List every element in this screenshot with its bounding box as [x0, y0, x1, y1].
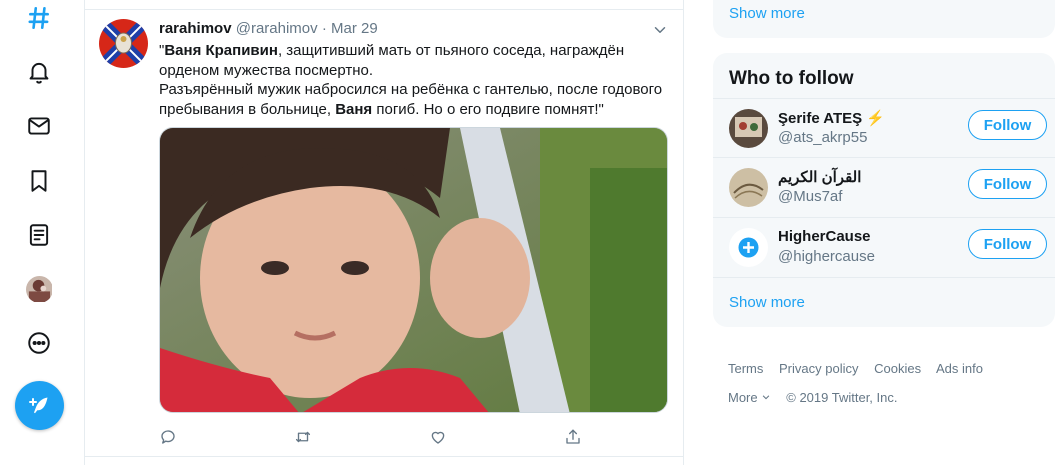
suggestion-name[interactable]: القرآن الكريم [778, 168, 861, 186]
compose-tweet-icon [28, 397, 47, 413]
timeline: rarahimov @rarahimov · Mar 29 "Ваня Крап… [84, 0, 684, 465]
bold-name-2: Ваня [335, 100, 373, 118]
share-icon[interactable] [564, 428, 584, 448]
footer-link-terms[interactable]: Terms [728, 361, 763, 376]
suggestion-handle: @Mus7af [778, 188, 843, 205]
avatar[interactable] [729, 228, 768, 267]
footer-link-ads-info[interactable]: Ads info [936, 361, 983, 376]
tweet-date[interactable]: Mar 29 [331, 20, 378, 37]
reply-icon[interactable] [159, 428, 179, 448]
who-to-follow-panel: Who to follow Şerife ATEŞ ⚡ @ats_akrp55 … [713, 53, 1055, 327]
follow-button[interactable]: Follow [968, 169, 1047, 199]
tweet-text: "Ваня Крапивин, защитивший мать от пьяно… [159, 41, 669, 119]
who-to-follow-show-more-link[interactable]: Show more [729, 294, 805, 311]
suggestion-handle: @highercause [778, 248, 875, 265]
suggestion-name[interactable]: HigherCause [778, 228, 871, 245]
hashtag-icon[interactable] [14, 0, 64, 40]
chevron-down-icon [762, 395, 769, 400]
author-name[interactable]: rarahimov [159, 20, 232, 37]
footer-link-cookies[interactable]: Cookies [874, 361, 921, 376]
trends-panel: Show more [713, 0, 1055, 38]
bell-icon[interactable] [14, 50, 64, 94]
like-icon[interactable] [429, 428, 449, 448]
follow-button[interactable]: Follow [968, 110, 1047, 140]
tweet-actions [159, 428, 589, 448]
divider [713, 277, 1055, 278]
profile-avatar[interactable] [14, 267, 64, 311]
suggestion-name[interactable]: Şerife ATEŞ ⚡ [778, 109, 885, 127]
follow-button[interactable]: Follow [968, 229, 1047, 259]
trends-show-more-link[interactable]: Show more [729, 5, 805, 22]
text-part-3: погиб. Но о его подвиге помнят!" [372, 100, 604, 118]
tweet-author-avatar[interactable] [99, 19, 148, 68]
who-to-follow-title: Who to follow [729, 68, 854, 89]
mail-icon[interactable] [14, 104, 64, 148]
suggestion-handle: @ats_akrp55 [778, 129, 868, 146]
list-icon[interactable] [14, 213, 64, 257]
footer-link-privacy[interactable]: Privacy policy [779, 361, 858, 376]
left-nav [0, 0, 84, 465]
follow-suggestion[interactable]: HigherCause @highercause Follow [713, 217, 1055, 277]
chevron-down-icon[interactable] [651, 21, 669, 39]
retweet-icon[interactable] [294, 428, 314, 448]
footer-more-label: More [728, 390, 758, 405]
bookmark-icon[interactable] [14, 159, 64, 203]
avatar[interactable] [729, 109, 768, 148]
footer-more-button[interactable]: More [728, 390, 771, 405]
compose-tweet-button[interactable] [15, 381, 64, 430]
tweet-header: rarahimov @rarahimov · Mar 29 [159, 20, 378, 37]
author-handle[interactable]: @rarahimov [236, 20, 318, 37]
dot-separator: · [321, 20, 327, 37]
tweet[interactable]: rarahimov @rarahimov · Mar 29 "Ваня Крап… [85, 9, 683, 457]
avatar[interactable] [729, 168, 768, 207]
tweet-photo[interactable] [159, 127, 668, 413]
follow-suggestion[interactable]: القرآن الكريم @Mus7af Follow [713, 157, 1055, 217]
footer-row-2: More © 2019 Twitter, Inc. [728, 390, 909, 405]
copyright: © 2019 Twitter, Inc. [786, 390, 898, 405]
follow-suggestion[interactable]: Şerife ATEŞ ⚡ @ats_akrp55 Follow [713, 98, 1055, 158]
more-icon[interactable] [14, 321, 64, 365]
footer-links: Terms Privacy policy Cookies Ads info [728, 361, 995, 376]
bold-name: Ваня Крапивин [164, 42, 278, 59]
